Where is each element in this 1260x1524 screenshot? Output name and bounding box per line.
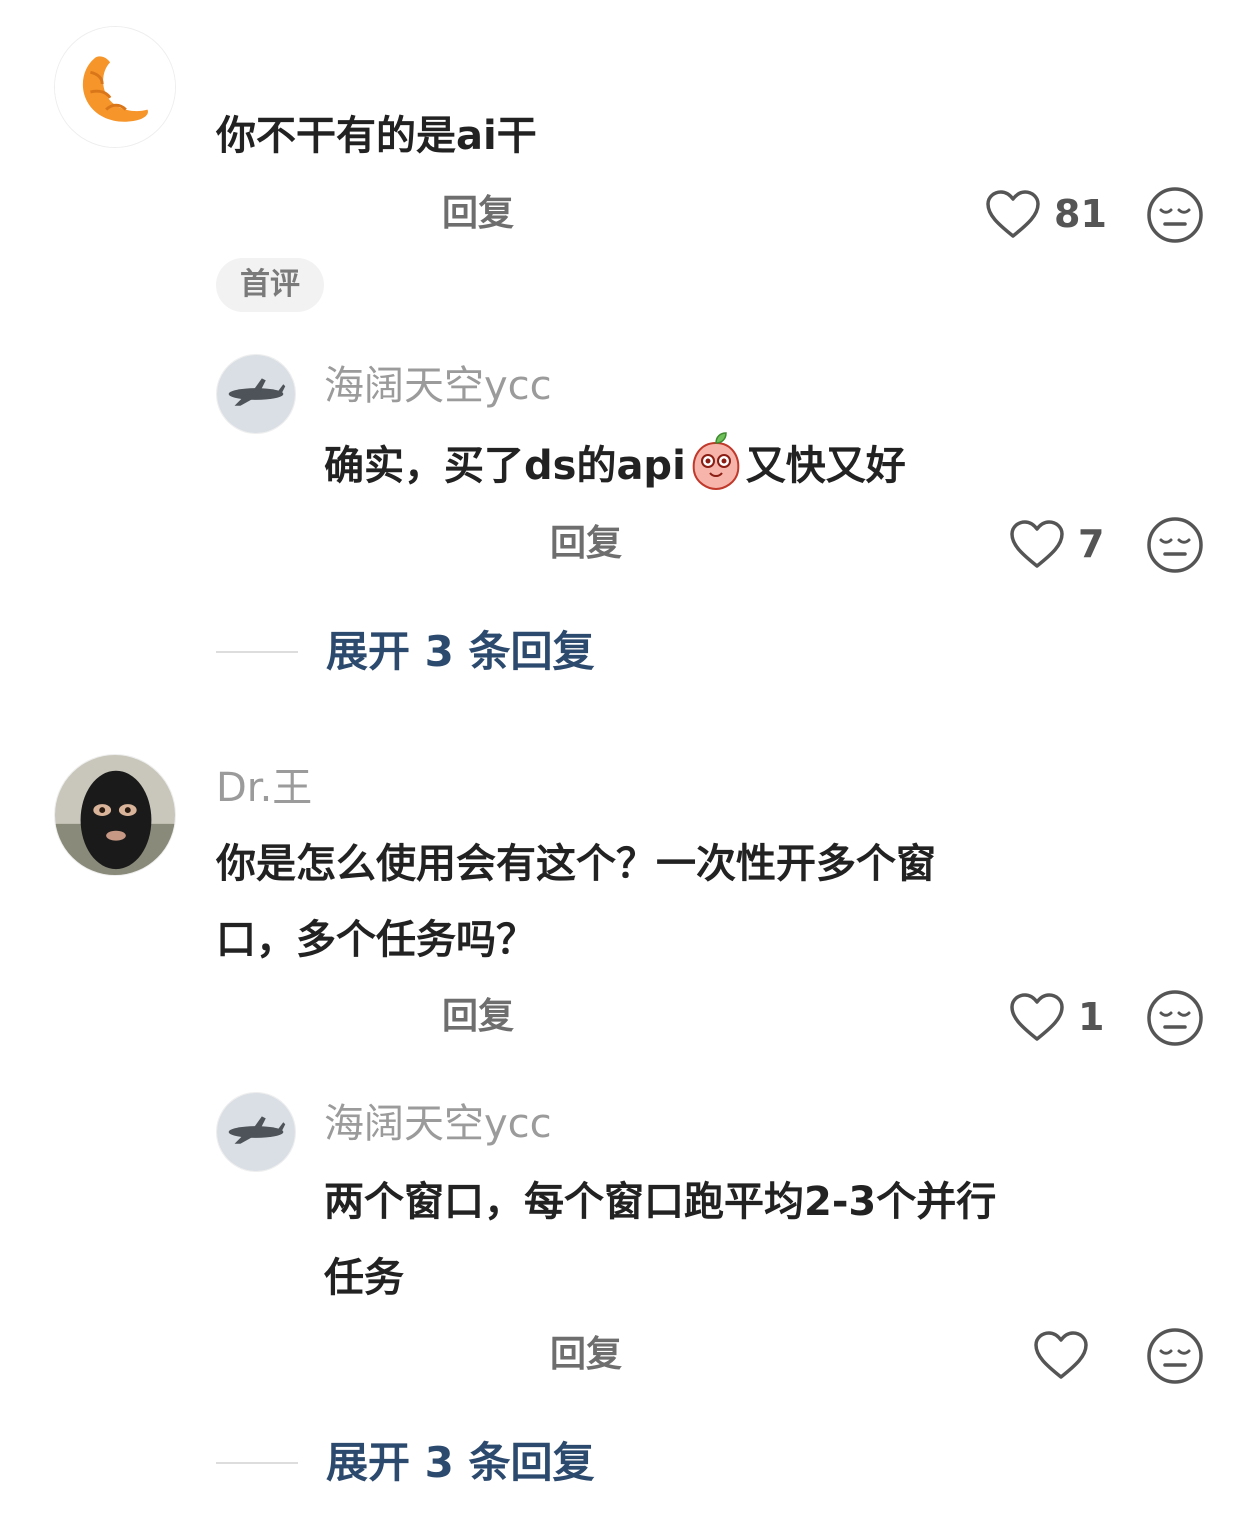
expand-replies-link[interactable]: 展开 3 条回复 [216,631,594,673]
like-button[interactable]: 81 [984,188,1107,240]
croissant-avatar[interactable] [54,26,176,148]
airplane-avatar[interactable] [216,354,296,434]
heart-outline-icon [1034,1331,1088,1379]
peach-emoji [686,431,746,491]
expand-replies-label: 展开 3 条回复 [326,1438,595,1487]
reply-text: 两个窗口，每个窗口跑平均2-3个并行 任务 [324,1164,996,1316]
divider-line [216,651,298,653]
reply-text-part: 又快又好 [745,443,906,489]
neutral-face-icon[interactable] [1146,186,1204,244]
comment-text: 你是怎么使用会有这个？一次性开多个窗 口，多个任务吗？ [216,826,936,978]
reply-username[interactable]: 海阔天空ycc [324,1104,552,1144]
airplane-avatar[interactable] [216,1092,296,1172]
comment-username[interactable]: Dr.王 [216,768,312,808]
reply-text-line: 两个窗口，每个窗口跑平均2-3个并行 [324,1179,997,1225]
reply-text-part: 确实，买了ds的api [324,443,686,489]
neutral-face-icon[interactable] [1146,516,1204,574]
reply-text-line: 任务 [324,1255,404,1301]
neutral-face-icon[interactable] [1146,989,1204,1047]
like-button[interactable]: 7 [1008,518,1104,570]
comment-section: 你不干有的是ai干 回复 81 首评 海阔天空ycc 确实，买了ds的api 又… [0,0,1260,1524]
like-button[interactable] [1032,1329,1102,1381]
like-button[interactable]: 1 [1008,991,1104,1043]
reply-text: 确实，买了ds的api 又快又好 [324,428,906,504]
divider-line [216,1462,298,1464]
first-comment-badge: 首评 [216,258,324,312]
heart-outline-icon [986,190,1040,238]
heart-outline-icon [1010,520,1064,568]
reply-button[interactable]: 回复 [442,999,514,1035]
comment-text: 你不干有的是ai干 [216,98,537,174]
comment-text-line: 口，多个任务吗？ [216,917,536,963]
expand-replies-link[interactable]: 展开 3 条回复 [216,1442,594,1484]
comment-text-line: 你不干有的是ai干 [216,113,537,159]
reply-button[interactable]: 回复 [550,1337,622,1373]
heart-outline-icon [1010,993,1064,1041]
reply-username[interactable]: 海阔天空ycc [324,366,552,406]
like-count: 81 [1054,192,1107,236]
neutral-face-icon[interactable] [1146,1327,1204,1385]
masked-person-avatar[interactable] [54,754,176,876]
like-count: 7 [1078,522,1105,566]
comment-text-line: 你是怎么使用会有这个？一次性开多个窗 [216,841,936,887]
expand-replies-label: 展开 3 条回复 [326,627,595,676]
reply-button[interactable]: 回复 [550,526,622,562]
reply-button[interactable]: 回复 [442,196,514,232]
like-count: 1 [1078,995,1105,1039]
